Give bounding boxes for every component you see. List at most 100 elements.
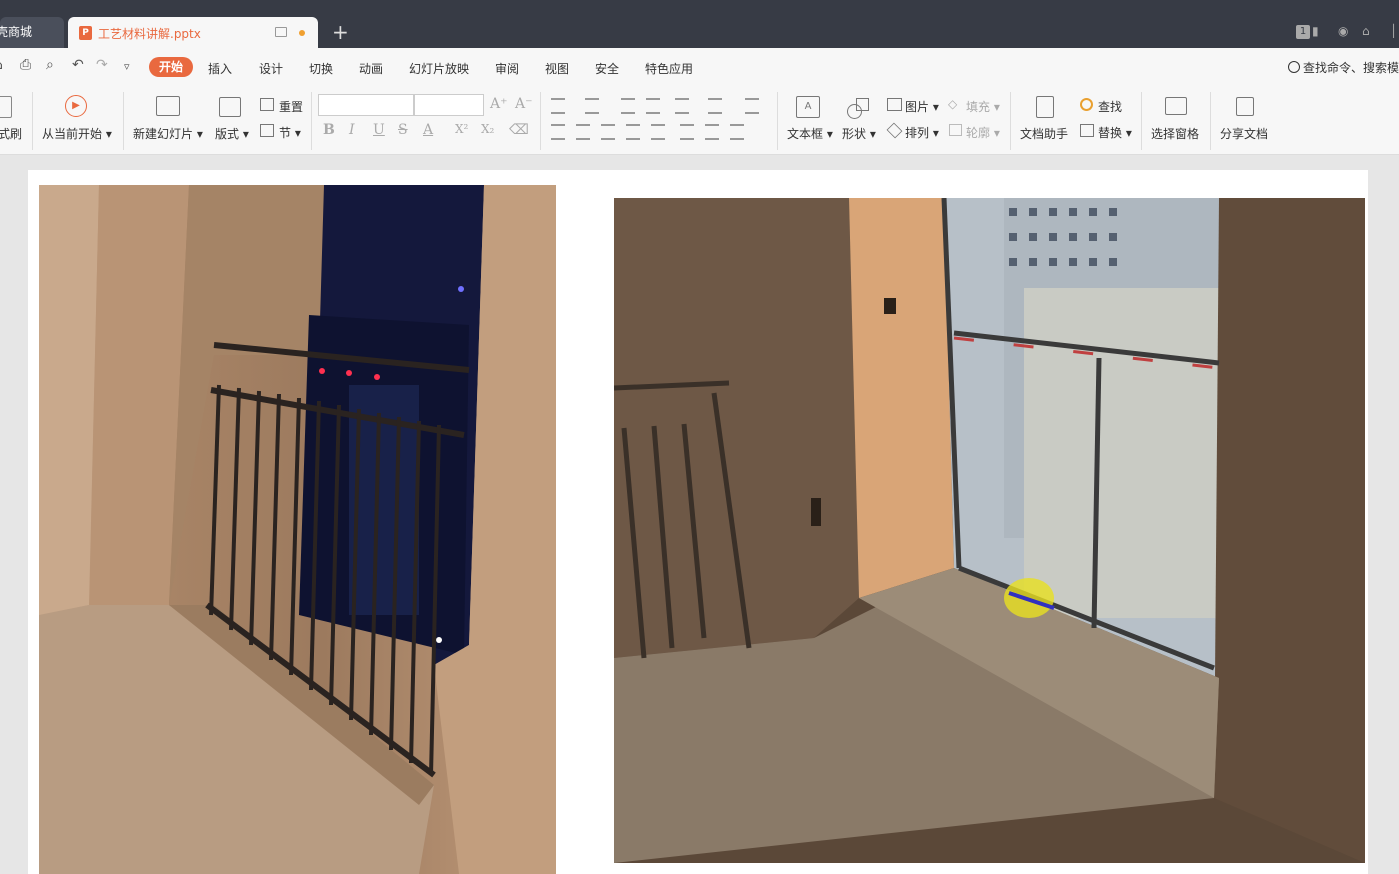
fill-icon: ◇ (948, 97, 958, 111)
bold-button[interactable]: B (323, 122, 335, 138)
menu-special-apps[interactable]: 特色应用 (645, 60, 693, 77)
underline-button[interactable]: U (373, 122, 385, 138)
ribbon-divider (123, 92, 124, 150)
spacing-icon[interactable] (705, 124, 719, 140)
subscript-button[interactable]: X₂ (481, 122, 494, 136)
selection-pane-button[interactable]: 选择窗格 (1151, 125, 1199, 142)
ribbon-toolbar (0, 86, 1399, 155)
decrease-indent-icon[interactable] (621, 98, 635, 114)
unsaved-dot-icon (299, 30, 305, 36)
ribbon-divider (1141, 92, 1142, 150)
format-painter-button[interactable]: 式刷 (0, 125, 22, 142)
increase-indent-icon[interactable] (646, 98, 660, 114)
textbox-icon: A (796, 96, 820, 118)
shirt-icon[interactable]: ⌂ (1362, 24, 1370, 38)
fill-button[interactable]: 填充 ▾ (966, 98, 1000, 115)
share-icon (1236, 97, 1254, 116)
menu-design[interactable]: 设计 (259, 60, 283, 77)
room-window-illustration (614, 198, 1365, 863)
window-bar-icon[interactable]: ▮ (1312, 24, 1319, 38)
new-slide-button[interactable]: 新建幻灯片 ▾ (133, 125, 203, 142)
text-direction-icon[interactable] (708, 98, 722, 114)
shapes-button[interactable]: 形状 ▾ (842, 125, 876, 142)
folder-icon[interactable]: ⌂ (0, 57, 3, 73)
paragraph-spacing-icon[interactable] (680, 124, 694, 140)
replace-button[interactable]: 替换 ▾ (1098, 124, 1132, 141)
menu-security[interactable]: 安全 (595, 60, 619, 77)
monitor-icon[interactable] (275, 27, 287, 37)
bullet-list-icon[interactable] (551, 98, 565, 114)
command-search[interactable]: 查找命令、搜索模 (1288, 59, 1399, 76)
align-left-icon[interactable] (551, 124, 565, 140)
menu-review[interactable]: 审阅 (495, 60, 519, 77)
numbered-list-icon[interactable] (585, 98, 599, 114)
new-tab-button[interactable]: + (332, 20, 349, 44)
shapes-icon (847, 98, 869, 119)
menu-insert[interactable]: 插入 (208, 60, 232, 77)
reset-button[interactable]: 重置 (279, 98, 303, 115)
divider-icon: │ (1390, 24, 1398, 38)
replace-icon (1080, 124, 1094, 137)
columns-icon[interactable] (675, 98, 689, 114)
spacing-dropdown-icon[interactable] (730, 124, 744, 140)
window-count-badge[interactable]: 1 (1296, 25, 1310, 39)
picture-icon (887, 98, 902, 111)
format-painter-icon (0, 96, 12, 118)
justify-icon[interactable] (626, 124, 640, 140)
superscript-button[interactable]: X² (455, 122, 468, 136)
menu-animations[interactable]: 动画 (359, 60, 383, 77)
share-doc-button[interactable]: 分享文档 (1220, 125, 1268, 142)
arrange-button[interactable]: 排列 ▾ (905, 124, 939, 141)
align-center-icon[interactable] (576, 124, 590, 140)
distribute-icon[interactable] (651, 124, 665, 140)
menu-slideshow[interactable]: 幻灯片放映 (409, 60, 469, 77)
align-right-icon[interactable] (601, 124, 615, 140)
ribbon-divider (32, 92, 33, 150)
play-icon: ▶ (65, 95, 87, 117)
section-icon (260, 124, 274, 137)
doc-assistant-icon (1036, 96, 1054, 118)
outline-icon (949, 124, 962, 136)
menu-view[interactable]: 视图 (545, 60, 569, 77)
layout-button[interactable]: 版式 ▾ (215, 125, 249, 142)
textbox-button[interactable]: 文本框 ▾ (787, 125, 833, 142)
find-button[interactable]: 查找 (1098, 98, 1122, 115)
ribbon-divider (1010, 92, 1011, 150)
customize-dropdown-icon[interactable]: ▿ (124, 60, 130, 73)
doc-assistant-button[interactable]: 文档助手 (1020, 125, 1068, 142)
ribbon-divider (540, 92, 541, 150)
menu-home[interactable]: 开始 (149, 57, 193, 77)
font-color-button[interactable]: A (423, 122, 433, 138)
reset-icon (260, 98, 274, 111)
selection-pane-icon (1165, 97, 1187, 115)
eraser-icon[interactable]: ⌫ (509, 122, 529, 138)
redo-icon[interactable]: ↷ (96, 57, 108, 73)
print-icon[interactable]: ⎙ (20, 57, 31, 73)
presentation-file-icon: P (79, 26, 92, 40)
italic-button[interactable]: I (349, 122, 355, 138)
new-slide-icon (156, 96, 180, 116)
tab-title: 工艺材料讲解.pptx (98, 27, 201, 41)
shrink-font-button[interactable]: A⁻ (515, 96, 533, 112)
room-window-photo[interactable] (614, 198, 1365, 863)
ribbon-divider (311, 92, 312, 150)
print-preview-icon[interactable]: ⌕ (46, 57, 54, 73)
layout-icon (219, 97, 241, 117)
search-icon (1288, 61, 1300, 73)
font-size-select[interactable] (414, 94, 484, 116)
strikethrough-button[interactable]: S (398, 122, 408, 138)
tab-previous[interactable]: 壳商城 (0, 17, 64, 48)
skin-icon[interactable]: ◉ (1338, 24, 1348, 38)
picture-button[interactable]: 图片 ▾ (905, 98, 939, 115)
font-family-select[interactable] (318, 94, 414, 116)
tab-active-document[interactable]: P 工艺材料讲解.pptx (68, 17, 318, 48)
undo-icon[interactable]: ↶ (72, 57, 84, 73)
find-icon (1080, 98, 1093, 111)
line-spacing-icon[interactable] (745, 98, 759, 114)
balcony-night-photo[interactable] (39, 185, 556, 874)
menu-transitions[interactable]: 切换 (309, 60, 333, 77)
outline-button[interactable]: 轮廓 ▾ (966, 124, 1000, 141)
grow-font-button[interactable]: A⁺ (490, 96, 508, 112)
section-button[interactable]: 节 ▾ (279, 124, 301, 141)
play-from-current-button[interactable]: 从当前开始 ▾ (42, 125, 112, 142)
